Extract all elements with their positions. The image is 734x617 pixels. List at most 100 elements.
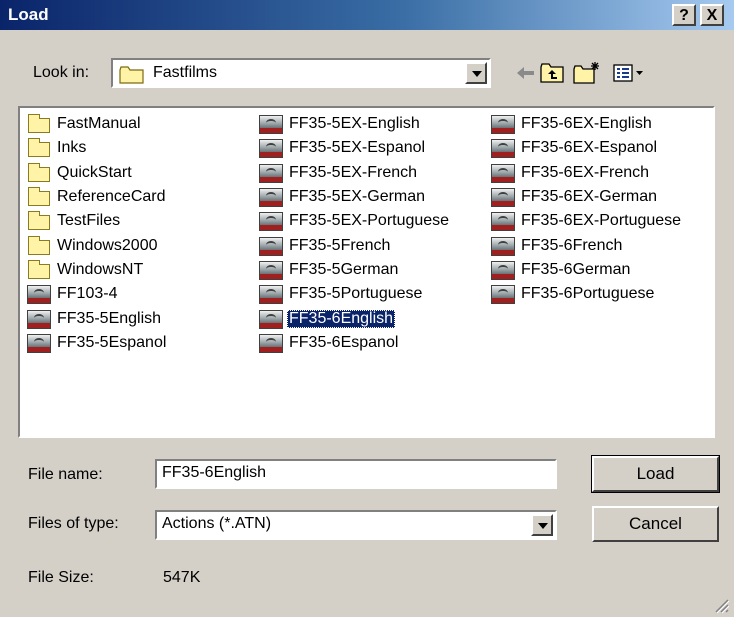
up-one-level-icon[interactable] xyxy=(540,60,564,86)
file-list-item-label: FF35-6EX-German xyxy=(521,188,658,206)
window-title: Load xyxy=(8,5,49,24)
file-list-item-label: FF35-5EX-French xyxy=(289,163,418,181)
action-file-icon xyxy=(258,114,284,135)
file-list-item[interactable]: FF35-6EX-French xyxy=(490,161,683,185)
file-list-item[interactable]: TestFiles xyxy=(26,209,168,233)
file-list-item-label: Inks xyxy=(57,139,87,157)
file-list-item-label: FF35-6Portuguese xyxy=(521,285,655,303)
file-list-item-label: Windows2000 xyxy=(57,236,158,254)
load-dialog: Load ? X Look in: Fastfilms FastManual In… xyxy=(0,0,734,617)
folder-icon xyxy=(26,162,52,183)
action-file-icon xyxy=(258,333,284,353)
file-column-3: FF35-6EX-English FF35-6EX-Espanol FF35-6EX… xyxy=(490,112,683,306)
look-in-dropdown[interactable]: Fastfilms xyxy=(111,58,491,88)
file-list-item[interactable]: FF35-6German xyxy=(490,258,683,282)
action-file-icon xyxy=(258,309,284,329)
action-file-icon xyxy=(490,138,516,159)
action-file-icon xyxy=(490,260,516,280)
file-list-item-label: FastManual xyxy=(57,115,141,133)
file-list-item[interactable]: Windows2000 xyxy=(26,233,168,257)
file-list-item-label: FF35-5Portuguese xyxy=(289,285,423,303)
file-list-item-label: FF35-5EX-German xyxy=(289,188,426,206)
file-size-label: File Size: xyxy=(28,569,94,586)
file-list-item[interactable]: FF35-6EX-German xyxy=(490,185,683,209)
file-list-item[interactable]: FF35-6Espanol xyxy=(258,331,451,355)
action-file-icon xyxy=(258,187,284,208)
view-menu-icon[interactable] xyxy=(612,60,646,86)
file-list-item[interactable]: Inks xyxy=(26,136,168,160)
file-list-item-label: FF103-4 xyxy=(57,285,118,303)
folder-icon xyxy=(26,235,52,256)
action-file-icon xyxy=(258,211,284,232)
action-file-icon xyxy=(490,211,516,232)
file-list-item-label: FF35-5EX-Portuguese xyxy=(289,212,450,230)
files-of-type-value: Actions (*.ATN) xyxy=(162,515,272,532)
action-file-icon xyxy=(26,309,52,329)
file-list-item[interactable]: FF35-6EX-English xyxy=(490,112,683,136)
file-name-label: File name: xyxy=(28,466,103,483)
file-column-1: FastManual Inks QuickStart ReferenceCard Tes… xyxy=(26,112,168,355)
action-file-icon xyxy=(490,163,516,183)
file-list-item[interactable]: QuickStart xyxy=(26,161,168,185)
file-list-item[interactable]: FF35-5Espanol xyxy=(26,331,168,355)
file-list-item[interactable]: FF35-6French xyxy=(490,233,683,257)
action-file-icon xyxy=(490,187,516,208)
file-list-item-label: FF35-6EX-Portuguese xyxy=(521,212,682,230)
chevron-down-icon[interactable] xyxy=(465,62,487,84)
files-of-type-dropdown[interactable]: Actions (*.ATN) xyxy=(155,510,557,540)
folder-icon xyxy=(26,187,52,207)
file-list-item[interactable]: ReferenceCard xyxy=(26,185,168,209)
file-list-item[interactable]: WindowsNT xyxy=(26,258,168,282)
file-list-item[interactable]: FF35-5EX-Espanol xyxy=(258,136,451,160)
file-list-item-label: FF35-6EX-English xyxy=(521,115,652,133)
action-file-icon xyxy=(26,333,52,353)
chevron-down-icon[interactable] xyxy=(531,514,553,536)
load-button[interactable]: Load xyxy=(591,455,720,493)
file-list-item[interactable]: FF35-5English xyxy=(26,306,168,330)
action-file-icon xyxy=(258,163,284,183)
file-column-2: FF35-5EX-English FF35-5EX-Espanol FF35-5EX… xyxy=(258,112,451,355)
file-list-item[interactable]: FF35-5German xyxy=(258,258,451,282)
file-list-item-label: FF35-5EX-Espanol xyxy=(289,139,426,157)
file-list-item-label: FF35-6English xyxy=(287,309,396,328)
file-list-item[interactable]: FastManual xyxy=(26,112,168,136)
action-file-icon xyxy=(258,236,284,256)
file-list-item-label: FF35-5Espanol xyxy=(57,333,167,351)
file-list-item[interactable]: FF35-5EX-French xyxy=(258,161,451,185)
file-list-item[interactable]: FF35-6EX-Portuguese xyxy=(490,209,683,233)
file-list-item[interactable]: FF35-6Portuguese xyxy=(490,282,683,306)
folder-icon xyxy=(26,138,52,158)
look-in-value: Fastfilms xyxy=(153,64,217,81)
new-folder-icon[interactable] xyxy=(573,60,601,86)
file-list-item-label: FF35-6German xyxy=(521,260,631,278)
file-list-item[interactable]: FF103-4 xyxy=(26,282,168,306)
file-list-item[interactable]: FF35-5EX-English xyxy=(258,112,451,136)
folder-icon xyxy=(26,114,52,134)
file-list-item-label: FF35-5EX-English xyxy=(289,115,420,133)
action-file-icon xyxy=(490,114,516,135)
file-list[interactable]: FastManual Inks QuickStart ReferenceCard Tes… xyxy=(18,106,715,438)
file-list-item[interactable]: FF35-5Portuguese xyxy=(258,282,451,306)
file-list-item-label: FF35-6French xyxy=(521,236,623,254)
file-list-item[interactable]: FF35-5EX-German xyxy=(258,185,451,209)
file-list-item-label: FF35-6EX-Espanol xyxy=(521,139,658,157)
file-name-input[interactable]: FF35-6English xyxy=(155,459,557,489)
close-button[interactable]: X xyxy=(700,4,724,26)
resize-grip-icon[interactable] xyxy=(708,592,730,614)
file-list-item[interactable]: FF35-6EX-Espanol xyxy=(490,136,683,160)
back-arrow-icon[interactable] xyxy=(514,60,536,86)
file-list-item-label: ReferenceCard xyxy=(57,188,166,206)
action-file-icon xyxy=(258,284,284,305)
file-list-item[interactable]: FF35-5EX-Portuguese xyxy=(258,209,451,233)
action-file-icon xyxy=(258,138,284,159)
title-bar[interactable]: Load ? X xyxy=(0,0,734,30)
look-in-label: Look in: xyxy=(33,64,90,81)
file-list-item[interactable]: FF35-6English xyxy=(258,306,451,330)
files-of-type-label: Files of type: xyxy=(28,515,119,532)
folder-icon xyxy=(26,211,52,231)
file-list-item-label: TestFiles xyxy=(57,212,121,230)
file-list-item-label: QuickStart xyxy=(57,163,132,181)
file-list-item[interactable]: FF35-5French xyxy=(258,233,451,257)
help-button[interactable]: ? xyxy=(672,4,696,26)
cancel-button[interactable]: Cancel xyxy=(592,506,719,542)
